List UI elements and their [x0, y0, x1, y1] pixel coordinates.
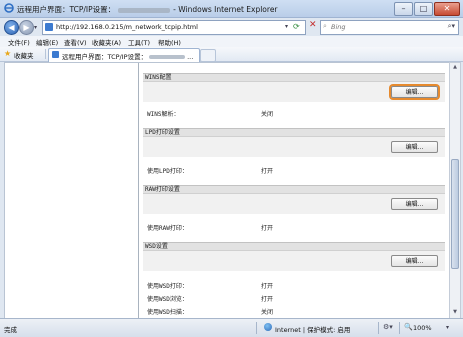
row-value: 打开: [261, 283, 274, 290]
menu-view[interactable]: 查看(V): [64, 37, 87, 47]
page-viewport: WINS配置 编辑... WINS解析： 关闭 LPD打印设置 编辑... 使用…: [4, 62, 451, 319]
divider: [399, 322, 400, 334]
tab-title: 远程用户界面：TCP/IP设置：...: [62, 53, 194, 61]
menu-help[interactable]: 帮助(H): [158, 37, 181, 47]
history-dropdown[interactable]: ▾: [34, 24, 37, 31]
scroll-down-icon[interactable]: ▼: [451, 309, 459, 317]
divider: [256, 322, 257, 334]
status-text: 完成: [4, 326, 17, 334]
maximize-button[interactable]: □: [414, 2, 433, 16]
page-icon: [45, 23, 53, 31]
section-header-raw: RAW打印设置: [143, 185, 445, 193]
row-label: 使用WSD扫描：: [147, 309, 188, 316]
section-header-wins: WINS配置: [143, 73, 445, 81]
favorites-bar: ★ 收藏夹 远程用户界面：TCP/IP设置：...: [0, 47, 463, 62]
section-body-raw: 编辑...: [143, 193, 445, 214]
address-dropdown[interactable]: ▾: [285, 23, 288, 30]
title-bar: 远程用户界面：TCP/IP设置： - Windows Internet Explo…: [0, 0, 463, 18]
section-header-lpd: LPD打印设置: [143, 128, 445, 136]
section-header-wsd: WSD设置: [143, 242, 445, 250]
row-label: 使用WSD浏览：: [147, 296, 188, 303]
forward-button[interactable]: ▶: [19, 20, 34, 35]
row-value: 关闭: [261, 309, 274, 316]
url-text[interactable]: http://192.168.0.215/m_network_tcpip.htm…: [56, 23, 198, 31]
minimize-button[interactable]: –: [394, 2, 413, 16]
address-bar: ◀ ▶ ▾ http://192.168.0.215/m_network_tcp…: [0, 18, 463, 36]
row-value: 打开: [261, 296, 274, 303]
globe-icon: [264, 323, 272, 331]
row-label: 使用LPD打印：: [147, 168, 188, 175]
favorites-button[interactable]: 收藏夹: [14, 50, 34, 60]
close-button[interactable]: ✕: [434, 2, 460, 16]
edit-lpd-button[interactable]: 编辑...: [391, 141, 438, 153]
edit-wsd-button[interactable]: 编辑...: [391, 255, 438, 267]
section-body-wins: 编辑...: [143, 81, 445, 102]
row-value: 打开: [261, 168, 274, 175]
vertical-scrollbar[interactable]: ▲ ▼: [449, 62, 461, 319]
row-label: 使用WSD打印：: [147, 283, 188, 290]
back-arrow-icon: ◀: [8, 23, 15, 32]
ie-icon: [4, 3, 14, 13]
security-zone[interactable]: Internet | 保护模式: 启用: [275, 324, 350, 334]
address-field[interactable]: http://192.168.0.215/m_network_tcpip.htm…: [42, 20, 306, 35]
settings-panel: WINS配置 编辑... WINS解析： 关闭 LPD打印设置 编辑... 使用…: [138, 63, 450, 318]
menu-favorites[interactable]: 收藏夹(A): [92, 37, 121, 47]
edit-wins-button[interactable]: 编辑...: [391, 86, 438, 98]
refresh-icon[interactable]: ⟳: [293, 22, 300, 31]
divider: [378, 322, 379, 334]
menu-bar: 文件(F) 编辑(E) 查看(V) 收藏夹(A) 工具(T) 帮助(H): [0, 36, 463, 47]
row-value: 关闭: [261, 111, 274, 118]
search-box[interactable]: ⌕ ⌕▾: [320, 20, 459, 35]
scroll-thumb[interactable]: [451, 159, 459, 269]
window-title: 远程用户界面：TCP/IP设置： - Windows Internet Explo…: [17, 5, 278, 14]
search-provider-icon: ⌕: [323, 22, 327, 30]
section-body-lpd: 编辑...: [143, 136, 445, 157]
new-tab-button[interactable]: [200, 49, 216, 62]
page-icon: [52, 51, 59, 58]
zoom-level[interactable]: 100%: [413, 324, 432, 332]
edit-raw-button[interactable]: 编辑...: [391, 198, 438, 210]
window-controls: – □ ✕: [393, 2, 460, 16]
browser-window: 远程用户界面：TCP/IP设置： - Windows Internet Explo…: [0, 0, 463, 337]
forward-arrow-icon: ▶: [23, 23, 30, 32]
browser-tab[interactable]: 远程用户界面：TCP/IP设置：...: [48, 48, 200, 62]
star-icon[interactable]: ★: [4, 49, 11, 58]
search-input[interactable]: [331, 22, 441, 32]
row-label: WINS解析：: [147, 111, 180, 118]
status-bar: 完成 Internet | 保护模式: 启用 ⚙▾ 🔍 100% ▾: [0, 318, 463, 337]
redacted-text: [149, 55, 186, 59]
row-label: 使用RAW打印：: [147, 225, 188, 232]
row-value: 打开: [261, 225, 274, 232]
zoom-dropdown[interactable]: ▾: [446, 324, 449, 331]
menu-edit[interactable]: 编辑(E): [36, 37, 58, 47]
menu-tools[interactable]: 工具(T): [128, 37, 150, 47]
scroll-up-icon[interactable]: ▲: [451, 64, 459, 72]
menu-file[interactable]: 文件(F): [8, 37, 30, 47]
divider: [45, 49, 46, 59]
section-body-wsd: 编辑...: [143, 250, 445, 271]
search-icon[interactable]: ⌕▾: [448, 22, 455, 31]
back-button[interactable]: ◀: [4, 20, 19, 35]
redacted-text: [118, 7, 171, 13]
zoom-icon: 🔍: [404, 323, 413, 331]
protected-mode-icon[interactable]: ⚙▾: [383, 323, 393, 331]
stop-icon[interactable]: ✕: [309, 20, 317, 30]
